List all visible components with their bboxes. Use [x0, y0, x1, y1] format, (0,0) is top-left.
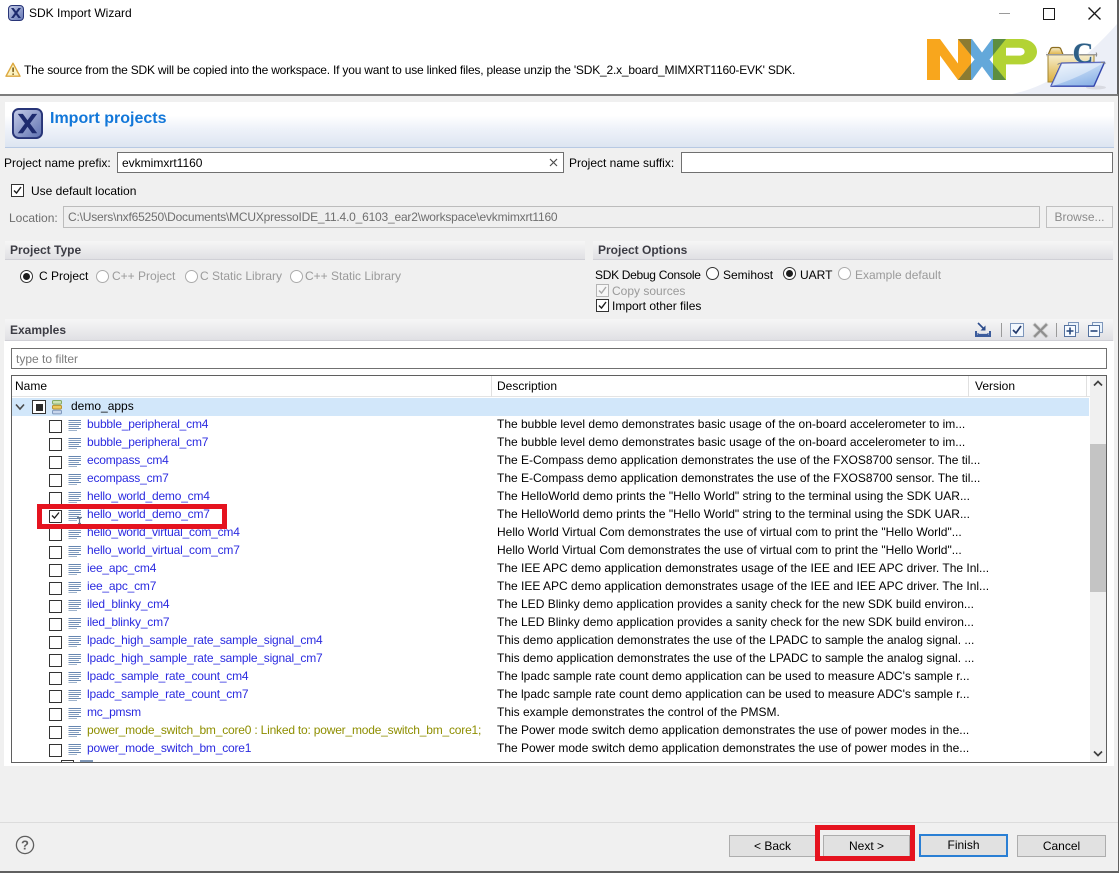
svg-text:?: ? [21, 838, 29, 853]
